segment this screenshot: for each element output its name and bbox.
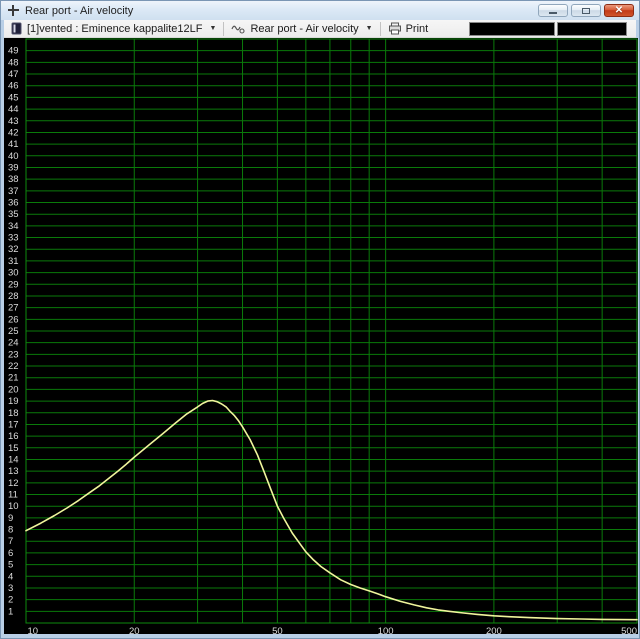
toolbar-separator	[380, 22, 381, 36]
x-tick-label: 500	[621, 626, 637, 634]
dropdown-arrow-icon: ▼	[366, 25, 373, 32]
y-tick-label: 48	[8, 57, 19, 68]
y-tick-label: 22	[8, 361, 19, 372]
y-tick-label: 16	[8, 431, 19, 442]
window-titlebar[interactable]: Rear port - Air velocity ✕	[1, 1, 639, 20]
y-tick-label: 8	[8, 525, 13, 536]
y-tick-label: 33	[8, 233, 19, 244]
graph-type-label: Rear port - Air velocity	[250, 23, 358, 35]
y-tick-label: 28	[8, 291, 19, 302]
y-tick-label: 7	[8, 536, 13, 547]
maximize-button[interactable]	[571, 4, 601, 17]
y-tick-label: 25	[8, 326, 19, 337]
chart-toolbar: [1]vented : Eminence kappalite12LF ▼ Rea…	[4, 20, 636, 38]
y-tick-label: 17	[8, 419, 19, 430]
close-icon: ✕	[615, 6, 623, 16]
y-tick-label: 26	[8, 314, 19, 325]
y-tick-label: 27	[8, 303, 19, 314]
y-tick-label: 1	[8, 606, 13, 617]
y-tick-label: 40	[8, 151, 19, 162]
window-title: Rear port - Air velocity	[25, 5, 133, 17]
y-tick-label: 34	[8, 221, 19, 232]
readout-frequency	[469, 22, 555, 36]
y-tick-label: 30	[8, 268, 19, 279]
y-tick-label: 38	[8, 174, 19, 185]
y-tick-label: 29	[8, 279, 19, 290]
y-tick-label: 2	[8, 595, 13, 606]
y-tick-label: 19	[8, 396, 19, 407]
y-tick-label: 46	[8, 81, 19, 92]
toolbar-separator	[223, 22, 224, 36]
y-tick-label: 37	[8, 186, 19, 197]
print-button-label: Print	[406, 23, 429, 35]
y-tick-label: 47	[8, 69, 19, 80]
x-tick-label: 200	[486, 626, 502, 634]
y-tick-label: 45	[8, 92, 19, 103]
graph-type-dropdown[interactable]: Rear port - Air velocity ▼	[227, 21, 376, 37]
y-tick-label: 3	[8, 583, 13, 594]
y-tick-label: 32	[8, 244, 19, 255]
project-selector-dropdown[interactable]: [1]vented : Eminence kappalite12LF ▼	[6, 21, 220, 37]
plot-background	[4, 38, 638, 634]
dropdown-arrow-icon: ▼	[210, 25, 217, 32]
y-tick-label: 9	[8, 513, 13, 524]
y-tick-label: 31	[8, 256, 19, 267]
y-tick-label: 13	[8, 466, 19, 477]
x-tick-label: 50	[272, 626, 283, 634]
project-icon	[10, 22, 23, 35]
winisd-chart-window: Rear port - Air velocity ✕ [1]vented : E…	[0, 0, 640, 639]
close-button[interactable]: ✕	[604, 4, 634, 17]
print-button[interactable]: Print	[384, 21, 433, 37]
y-tick-label: 6	[8, 548, 13, 559]
graph-type-icon	[231, 23, 246, 35]
y-tick-label: 39	[8, 162, 19, 173]
caption-buttons: ✕	[538, 4, 634, 17]
x-tick-label: 20	[129, 626, 140, 634]
y-tick-label: 10	[8, 501, 19, 512]
chart-area: 1234567891011121314151617181920212223242…	[4, 38, 636, 634]
y-tick-label: 24	[8, 338, 19, 349]
x-tick-label: 100	[378, 626, 394, 634]
minimize-button[interactable]	[538, 4, 568, 17]
y-tick-label: 41	[8, 139, 19, 150]
y-tick-label: 14	[8, 454, 19, 465]
print-icon	[388, 22, 402, 35]
y-tick-label: 49	[8, 46, 19, 57]
y-tick-label: 4	[8, 571, 13, 582]
cursor-readouts	[469, 22, 627, 36]
air-velocity-plot[interactable]: 1234567891011121314151617181920212223242…	[4, 38, 638, 634]
y-tick-label: 21	[8, 373, 19, 384]
y-tick-label: 20	[8, 384, 19, 395]
crosshair-icon	[8, 5, 19, 16]
y-tick-label: 23	[8, 349, 19, 360]
readout-value	[557, 22, 627, 36]
x-tick-label: 10	[28, 626, 39, 634]
y-tick-label: 5	[8, 560, 13, 571]
y-tick-label: 36	[8, 198, 19, 209]
y-tick-label: 42	[8, 127, 19, 138]
maximize-icon	[582, 8, 590, 14]
y-tick-label: 12	[8, 478, 19, 489]
y-tick-label: 44	[8, 104, 19, 115]
y-tick-label: 11	[8, 490, 18, 501]
minimize-icon	[549, 12, 557, 14]
y-tick-label: 18	[8, 408, 19, 419]
y-tick-label: 15	[8, 443, 19, 454]
y-tick-label: 43	[8, 116, 19, 127]
y-tick-label: 35	[8, 209, 19, 220]
project-selector-label: [1]vented : Eminence kappalite12LF	[27, 23, 203, 35]
